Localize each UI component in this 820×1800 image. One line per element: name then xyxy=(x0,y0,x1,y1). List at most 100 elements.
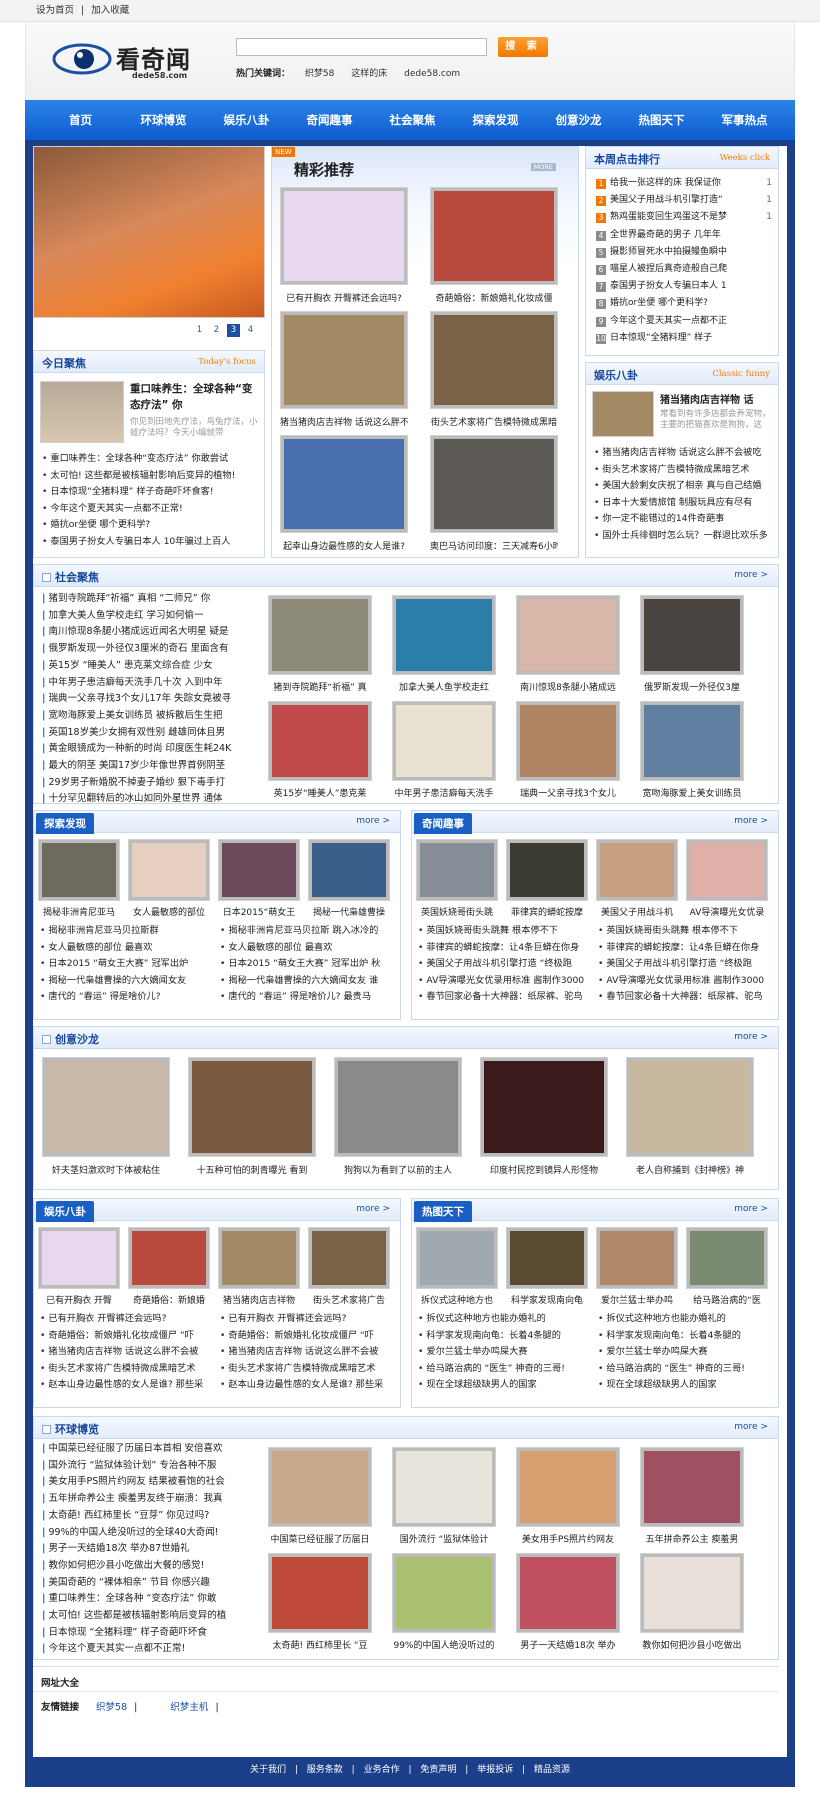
list-item[interactable]: 赵本山身边最性感的女人是谁? 那些采 xyxy=(220,1377,396,1394)
oddities-photo[interactable] xyxy=(506,839,588,901)
list-item[interactable]: 中年男子患洁癖每天洗手几十次 入到中年 xyxy=(42,675,254,692)
ranking-item[interactable]: 2 美国父子用战斗机引擎打造“ 1 xyxy=(596,192,772,209)
explore-photo[interactable] xyxy=(218,839,300,901)
list-item[interactable]: 五年拼命养公主 瘐羞男友终于崩溃：我真 xyxy=(42,1491,254,1508)
creative-photo[interactable] xyxy=(188,1057,316,1157)
featured-photo[interactable] xyxy=(280,187,408,285)
featured-caption[interactable]: 已有开胸衣 开臀裤还会远吗? xyxy=(280,291,408,304)
list-item[interactable]: 已有开胸衣 开臀裤还会远吗? xyxy=(220,1311,396,1328)
list-item[interactable]: 拆仪式这种地方也能办婚礼的 xyxy=(418,1311,590,1328)
global-caption[interactable]: 教你如何把沙县小吃做出 xyxy=(640,1638,744,1651)
global-photo[interactable] xyxy=(640,1553,744,1633)
friend-link[interactable]: 织梦主机 xyxy=(170,1702,208,1713)
list-item[interactable]: 最大的阴茎 美国17岁少年像世界首例阴茎 xyxy=(42,758,254,775)
list-item[interactable]: 中国菜已经征服了历届日本首相 安倍喜欢 xyxy=(42,1441,254,1458)
global-caption[interactable]: 男子一天结婚18次 举办 xyxy=(516,1638,620,1651)
list-item[interactable]: 女人最敏感的部位 最喜欢 xyxy=(40,940,212,957)
list-item[interactable]: 美国大龄剩女庆祝了相亲 真与自己结婚 xyxy=(594,478,774,495)
list-item[interactable]: 唐代的 “春运” 得是啥价儿? xyxy=(40,989,212,1006)
site-logo[interactable]: 看奇闻 dede58.com xyxy=(52,38,202,84)
list-item[interactable]: 美国父子用战斗机引擎打造 “终极跑 xyxy=(598,956,774,973)
list-item[interactable]: 现在全球超级缺男人的国家 xyxy=(598,1377,774,1394)
global-photo[interactable] xyxy=(268,1553,372,1633)
add-favorite-link[interactable]: 加入收藏 xyxy=(91,5,129,16)
nav-item-oddities[interactable]: 奇闻趣事 xyxy=(288,100,371,140)
social-photo[interactable] xyxy=(392,701,496,781)
entertainment-caption[interactable]: 已有开胸衣 开臀 xyxy=(38,1293,120,1306)
featured-more-link[interactable]: MORE xyxy=(530,163,556,171)
ranking-item[interactable]: 1 给我一张这样的床 我保证你 1 xyxy=(596,175,772,192)
creative-caption[interactable]: 十五种可怕的刺青曝光 看到 xyxy=(188,1163,316,1176)
featured-caption[interactable]: 街头艺术家将广告模特微成黑暗 xyxy=(430,415,558,428)
creative-caption[interactable]: 印度村民挖到镜异人形怪物 xyxy=(480,1163,608,1176)
oddities-caption[interactable]: 英国妖娆哥街头跳 xyxy=(416,905,498,918)
nav-item-global[interactable]: 环球博览 xyxy=(122,100,205,140)
list-item[interactable]: 美国奇葩的 “裸体相亲” 节目 你感兴趣 xyxy=(42,1575,254,1592)
list-item[interactable]: 日本惊现 “全猪料理” 样子奇葩吓坏食 xyxy=(42,1625,254,1642)
list-item[interactable]: 英国妖娆哥街头跳舞 根本停不下 xyxy=(418,923,590,940)
ranking-item[interactable]: 9 今年这个夏天其实一点都不正 xyxy=(596,313,772,330)
entertainment-caption[interactable]: 街头艺术家将广告 xyxy=(308,1293,390,1306)
global-more-link[interactable]: more > xyxy=(734,1422,768,1432)
list-item[interactable]: 英15岁 “睡美人” 患克莱文综合症 少女 xyxy=(42,658,254,675)
global-caption[interactable]: 中国菜已经征服了历届日 xyxy=(268,1532,372,1545)
list-item[interactable]: 国外流行 “监狱体验计划” 专治各种不服 xyxy=(42,1458,254,1475)
list-item[interactable]: 爱尔兰猛士举办鸣屎大赛 xyxy=(598,1344,774,1361)
social-photo[interactable] xyxy=(268,701,372,781)
social-photo[interactable] xyxy=(640,595,744,675)
hot-keyword[interactable]: 织梦58 xyxy=(305,69,334,79)
list-item[interactable]: 你一定不能错过的14件奇葩事 xyxy=(594,511,774,528)
list-item[interactable]: 揭秘非洲肯尼亚马贝拉斯群 xyxy=(40,923,212,940)
list-item[interactable]: 瑞典一父亲寻找3个女儿17年 失踪女竟被寻 xyxy=(42,691,254,708)
list-item[interactable]: 女人最敏感的部位 最喜欢 xyxy=(220,940,396,957)
creative-photo[interactable] xyxy=(42,1057,170,1157)
entertainment-photo[interactable] xyxy=(218,1227,300,1289)
footer-link-resources[interactable]: 精品资源 xyxy=(534,1765,570,1775)
list-item[interactable]: 婚抗or坐便 哪个更科学? xyxy=(42,517,260,534)
footer-link-disclaimer[interactable]: 免责声明 xyxy=(420,1765,456,1775)
nav-item-social[interactable]: 社会聚焦 xyxy=(371,100,454,140)
featured-caption[interactable]: 起幸山身边最性感的女人是谁? xyxy=(280,539,408,552)
list-item[interactable]: 给马路治病的 “医生” 神奇的三哥! xyxy=(418,1361,590,1378)
entertainment-more-link[interactable]: more > xyxy=(356,1204,390,1214)
list-item[interactable]: 拆仪式这种地方也能办婚礼的 xyxy=(598,1311,774,1328)
list-item[interactable]: 揭秘一代枭雄曹操的六大嫡闻女友 谁 xyxy=(220,973,396,990)
list-item[interactable]: 俄罗斯发现一外径仅3厘米的奇石 里面含有 xyxy=(42,641,254,658)
list-item[interactable]: 猪当猪肉店吉祥物 话说这么胖不会被 xyxy=(220,1344,396,1361)
list-item[interactable]: 太可怕! 这些都是被核辐射影响后变异的植物! xyxy=(42,468,260,485)
list-item[interactable]: 英国妖娆哥街头跳舞 根本停不下 xyxy=(598,923,774,940)
list-item[interactable]: 春节回家必备十大神器：纸尿裤、驼鸟 xyxy=(418,989,590,1006)
nav-item-entertainment[interactable]: 娱乐八卦 xyxy=(205,100,288,140)
list-item[interactable]: 南川惊现8条腿小猪成远近闻名大明星 疑是 xyxy=(42,624,254,641)
social-photo[interactable] xyxy=(516,701,620,781)
hotpics-caption[interactable]: 爱尔兰猛士举办鸣 xyxy=(596,1293,678,1306)
friend-link[interactable]: 织梦58 xyxy=(96,1702,127,1713)
creative-photo[interactable] xyxy=(626,1057,754,1157)
slider-page[interactable]: 2 xyxy=(210,324,223,337)
explore-more-link[interactable]: more > xyxy=(356,816,390,826)
global-photo[interactable] xyxy=(516,1447,620,1527)
global-photo[interactable] xyxy=(516,1553,620,1633)
slider-page[interactable]: 4 xyxy=(244,324,257,337)
list-item[interactable]: 教你如何把沙县小吃做出大餐的感觉! xyxy=(42,1558,254,1575)
entertainment-caption[interactable]: 奇葩婚俗：新娘婚 xyxy=(128,1293,210,1306)
explore-photo[interactable] xyxy=(128,839,210,901)
explore-caption[interactable]: 女人最敏感的部位 xyxy=(128,905,210,918)
ranking-item[interactable]: 3 熟鸡蛋能变回生鸡蛋这不是梦 1 xyxy=(596,209,772,226)
global-caption[interactable]: 太奇葩! 西红柿里长 “豆 xyxy=(268,1638,372,1651)
list-item[interactable]: 菲律宾的蟒蛇按摩：让4条巨蟒在你身 xyxy=(598,940,774,957)
ranking-item[interactable]: 4 全世界最奇葩的男子 几年年 xyxy=(596,227,772,244)
hotpics-photo[interactable] xyxy=(506,1227,588,1289)
list-item[interactable]: 今年这个夏天其实一点都不正常! xyxy=(42,501,260,518)
social-caption[interactable]: 南川惊现8条腿小猪成远 xyxy=(516,680,620,693)
hot-keyword[interactable]: 这样的床 xyxy=(351,69,387,79)
hotpics-photo[interactable] xyxy=(686,1227,768,1289)
list-item[interactable]: 泰国男子扮女人专骗日本人 10年骗过上百人 xyxy=(42,534,260,551)
explore-caption[interactable]: 日本2015“萌女王 xyxy=(218,905,300,918)
list-item[interactable]: 科学家发现南向龟：长着4条腿的 xyxy=(598,1328,774,1345)
social-photo[interactable] xyxy=(640,701,744,781)
set-homepage-link[interactable]: 设为首页 xyxy=(36,5,74,16)
entertainment-side-lead-title[interactable]: 猪当猪肉店吉祥物 话 xyxy=(660,391,774,406)
oddities-caption[interactable]: 菲律宾的蟒蛇按摩 xyxy=(506,905,588,918)
nav-item-creative[interactable]: 创意沙龙 xyxy=(537,100,620,140)
